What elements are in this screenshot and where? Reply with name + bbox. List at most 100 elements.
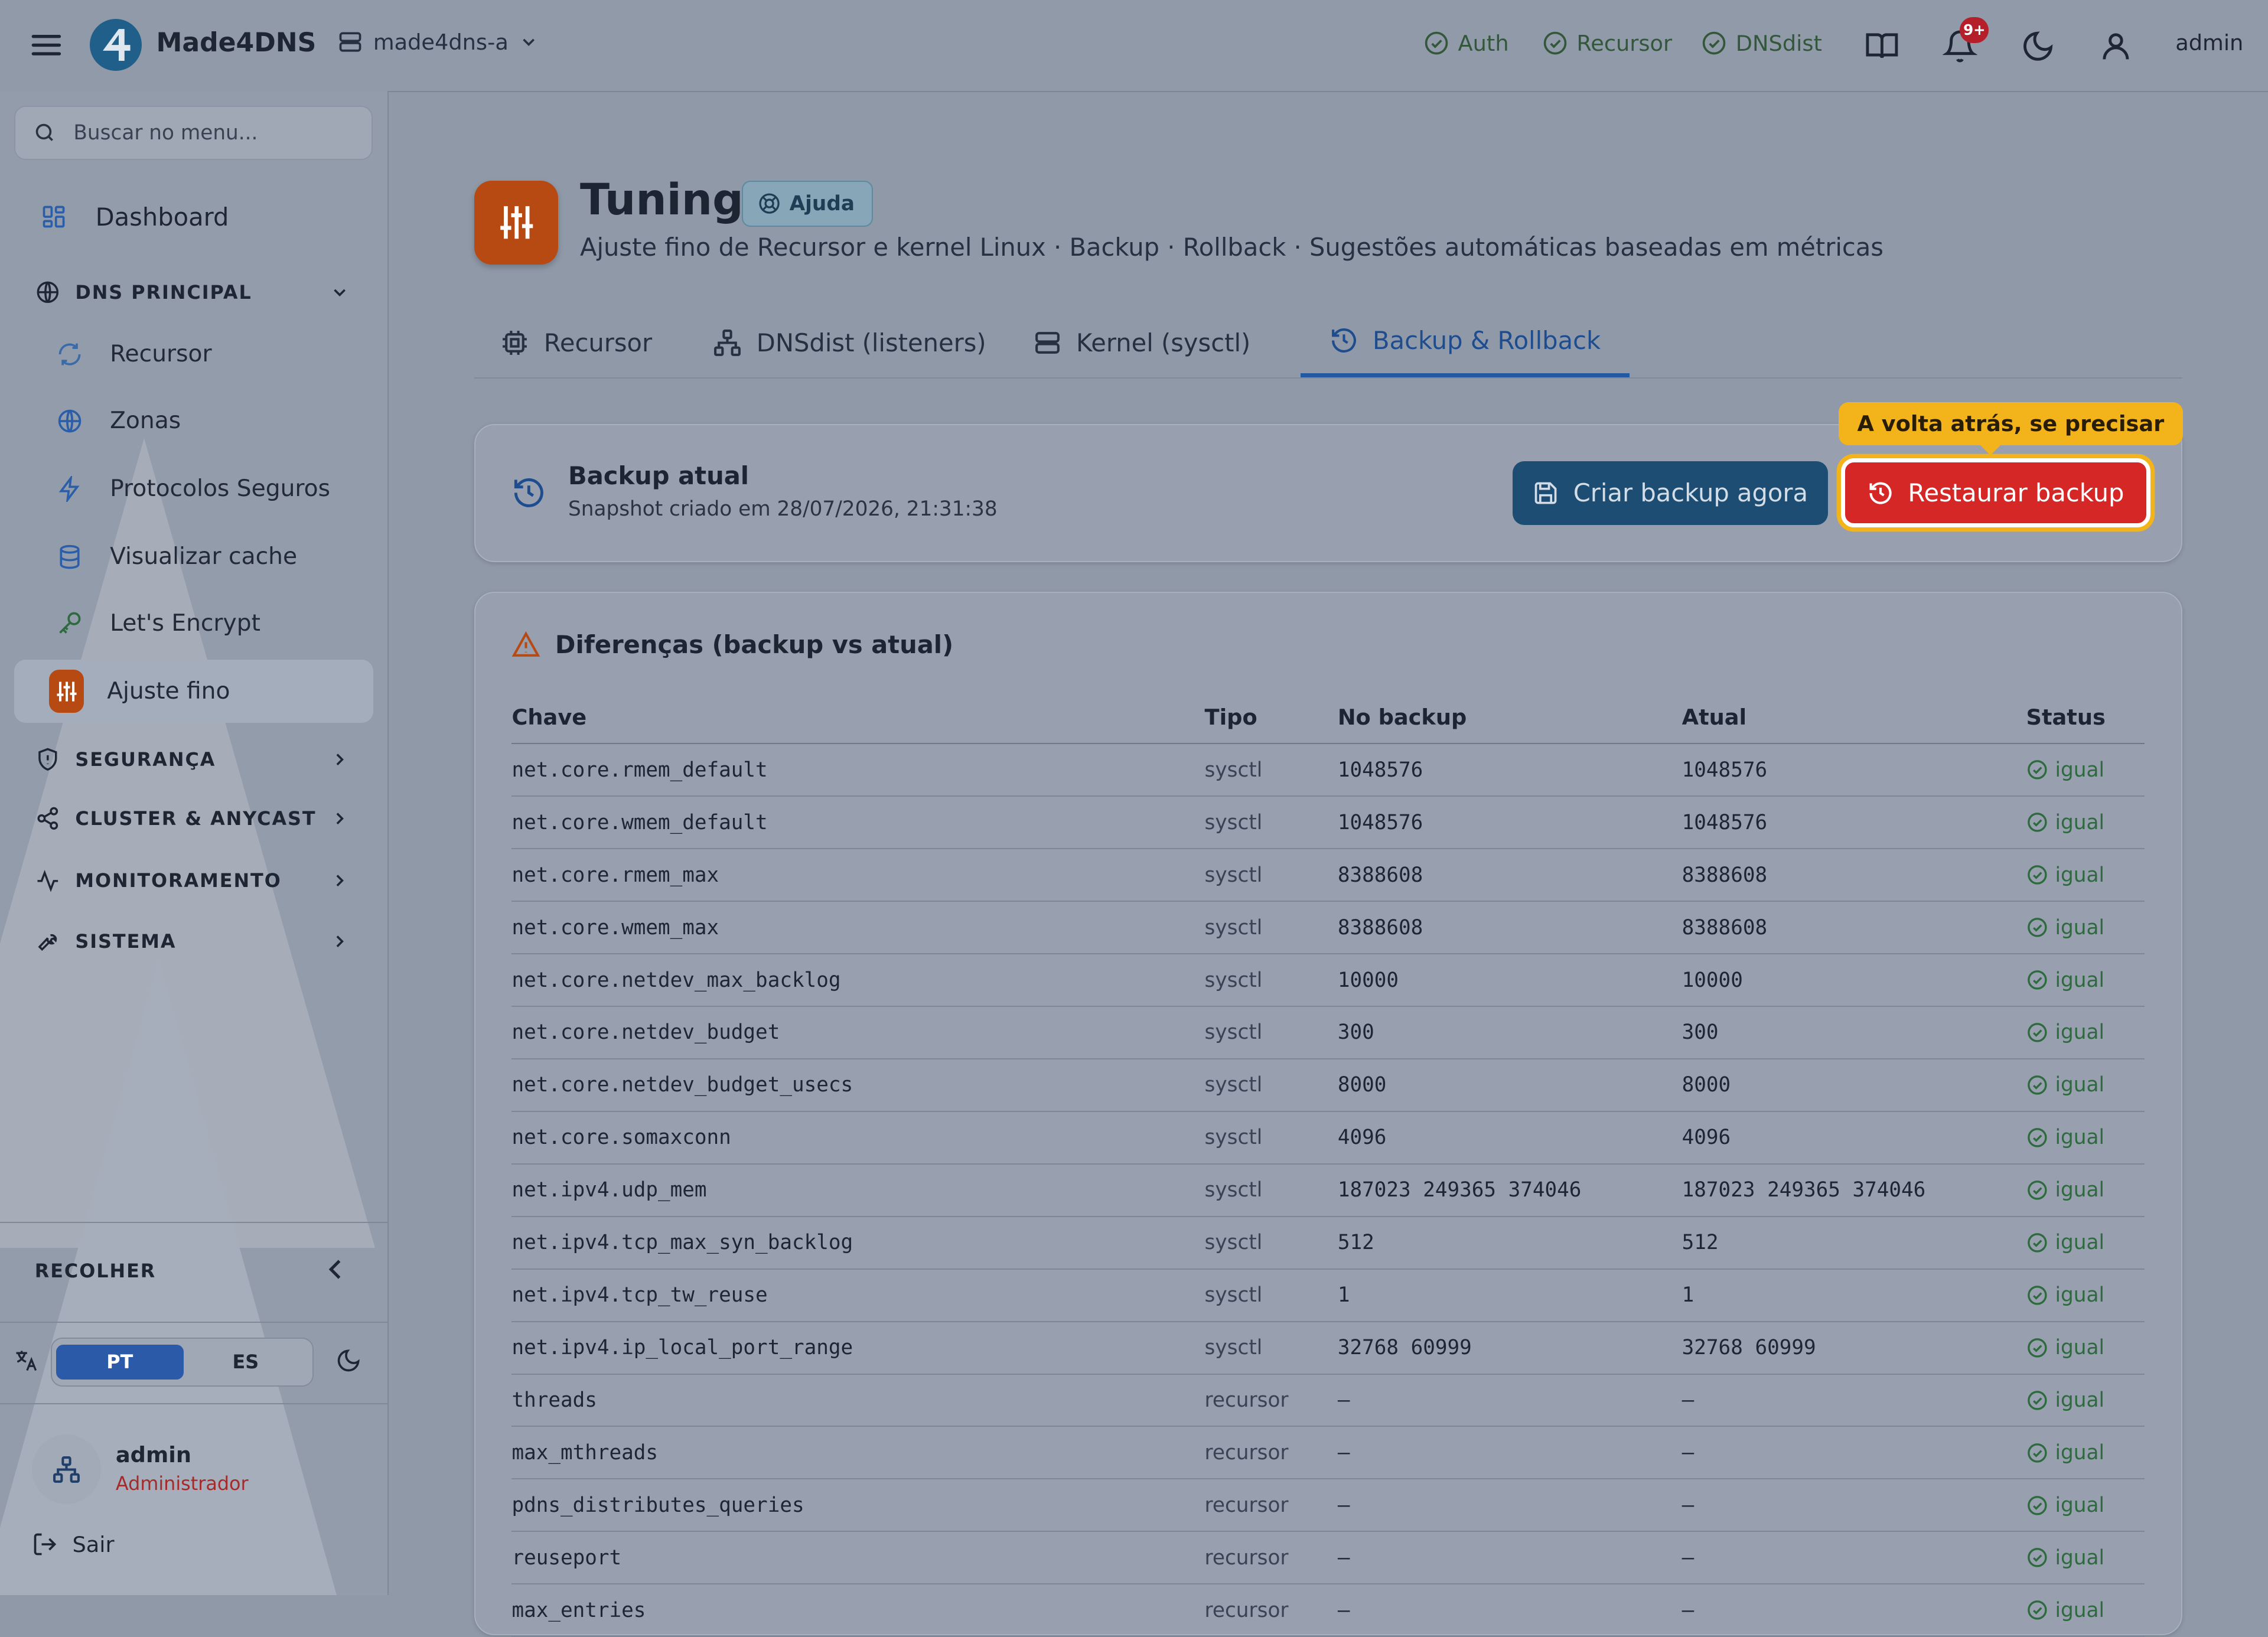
table-row: net.core.wmem_max sysctl 8388608 8388608 igu… [511,901,2145,955]
lang-es-button[interactable]: ES [182,1345,309,1380]
cell-current-value: 8000 [1682,1058,2026,1112]
sidebar-item-visualizar-cache[interactable]: Visualizar cache [43,525,373,589]
moon-icon[interactable] [2021,29,2055,64]
cell-backup-value: 512 [1337,1216,1682,1270]
sidebar-item-label: Ajuste fino [107,678,230,705]
tab-label: Recursor [543,328,653,357]
cell-current-value: — [1682,1531,2026,1585]
check-circle-icon [2026,864,2048,886]
table-row: reuseport recursor — — igual [511,1531,2145,1585]
cell-backup-value: 8388608 [1337,849,1682,902]
cell-type: sysctl [1204,1111,1338,1165]
restore-backup-button[interactable]: Restaurar backup [1841,458,2151,528]
sidebar-item-protocolos-seguros[interactable]: Protocolos Seguros [43,457,373,521]
table-row: max_mthreads recursor — — igual [511,1426,2145,1480]
check-circle-icon [2026,1442,2048,1464]
sidebar-item-label: Dashboard [95,202,229,231]
logout-icon [32,1531,58,1557]
diff-table-body: net.core.rmem_default sysctl 1048576 104857… [511,744,2145,1637]
network-icon [713,328,742,357]
lang-pt-button[interactable]: PT [56,1345,184,1380]
tab-recursor[interactable]: Recursor [500,308,652,378]
sidebar-item-recursor[interactable]: Recursor [43,322,373,386]
table-row: max_entries recursor — — igual [511,1584,2145,1637]
activity-icon [35,869,61,893]
cell-current-value: 10000 [1682,954,2026,1007]
brand-logo-icon [89,18,142,71]
status-label: igual [2055,968,2104,992]
tab-dnsdist-listeners[interactable]: DNSdist (listeners) [713,308,986,378]
cell-backup-value: 32768 60999 [1337,1321,1682,1375]
sidebar-item-label: Protocolos Seguros [110,475,331,503]
cell-type: sysctl [1204,1058,1338,1112]
server-selector[interactable]: made4dns-a [337,29,539,55]
column-header: Tipo [1204,691,1338,745]
globe-icon [35,280,61,305]
top-bar: Made4DNS made4dns-a Auth Recursor DNSdis… [0,0,2268,93]
check-circle-icon [2026,969,2048,991]
check-circle-icon [1701,30,1727,56]
check-circle-icon [2026,759,2048,781]
status-label: igual [2055,915,2104,940]
help-button[interactable]: Ajuda [742,181,874,227]
create-backup-button[interactable]: Criar backup agora [1513,461,1829,525]
cell-backup-value: — [1337,1531,1682,1585]
sidebar-item-dashboard[interactable]: Dashboard [14,185,373,249]
moon-icon[interactable] [335,1348,361,1374]
book-icon[interactable] [1865,29,1899,64]
cell-status: igual [2026,796,2145,850]
sidebar: Dashboard DNS PRINCIPAL Recursor Zonas P… [0,91,389,1596]
cell-key: net.core.rmem_max [511,849,1205,902]
cell-status: igual [2026,954,2145,1007]
cell-type: sysctl [1204,744,1338,797]
cpu-icon [500,328,529,357]
section-cluster-anycast[interactable]: CLUSTER & ANYCAST [14,797,373,840]
tab-bar: Recursor DNSdist (listeners) Kernel (sys… [474,308,2183,379]
status-recursor[interactable]: Recursor [1542,30,1672,56]
tab-kernel-sysctl[interactable]: Kernel (sysctl) [1033,308,1250,378]
section-sistema[interactable]: SISTEMA [14,920,373,963]
check-circle-icon [2026,1337,2048,1359]
status-auth[interactable]: Auth [1423,30,1509,56]
sidebar-item-ajuste-fino[interactable]: Ajuste fino [14,659,373,723]
section-seguranca[interactable]: SEGURANÇA [14,738,373,781]
section-monitoramento[interactable]: MONITORAMENTO [14,859,373,902]
search-input[interactable] [70,119,351,146]
help-label: Ajuda [789,191,855,216]
section-label: SEGURANÇA [75,748,216,771]
cell-current-value: 32768 60999 [1682,1321,2026,1375]
restore-callout: A volta atrás, se precisar [1838,402,2184,456]
cell-key: net.core.netdev_budget_usecs [511,1058,1205,1112]
tab-backup-rollback[interactable]: Backup & Rollback [1300,308,1630,377]
history-icon [1329,326,1358,355]
sidebar-user-name: admin [115,1442,191,1468]
cell-key: net.core.netdev_max_backlog [511,954,1205,1007]
column-header: No backup [1337,691,1682,745]
cell-status: igual [2026,1584,2145,1637]
diff-header: Diferenças (backup vs atual) [511,630,953,659]
cell-backup-value: — [1337,1584,1682,1637]
check-circle-icon [2026,1179,2048,1201]
status-label: igual [2055,1598,2104,1622]
lightning-icon [52,475,87,502]
tab-label: DNSdist (listeners) [756,328,986,357]
logout-button[interactable]: Sair [32,1531,115,1557]
cell-type: sysctl [1204,1163,1338,1217]
user-icon[interactable] [2098,29,2133,64]
status-recursor-label: Recursor [1576,30,1673,56]
chevron-left-icon[interactable] [321,1255,350,1284]
check-circle-icon [2026,1547,2048,1568]
server-name: made4dns-a [373,29,509,55]
cell-type: sysctl [1204,1006,1338,1059]
check-circle-icon [2026,1127,2048,1149]
section-dns-principal[interactable]: DNS PRINCIPAL [14,270,373,314]
status-dnsdist[interactable]: DNSdist [1701,30,1822,56]
sidebar-item-lets-encrypt[interactable]: Let's Encrypt [43,592,373,656]
menu-icon[interactable] [29,28,64,63]
status-label: igual [2055,1388,2104,1413]
sidebar-item-zonas[interactable]: Zonas [43,389,373,453]
top-user-name[interactable]: admin [2175,30,2243,56]
status-label: igual [2055,1126,2104,1150]
sidebar-search[interactable] [14,105,373,160]
sidebar-item-label: Visualizar cache [110,543,298,570]
